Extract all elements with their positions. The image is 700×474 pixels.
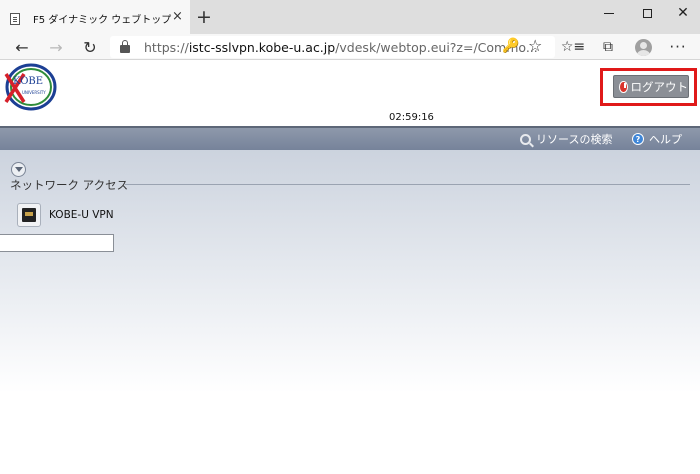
resource-text-field[interactable]	[0, 234, 114, 252]
profile-icon	[634, 38, 652, 56]
logo-subtext: UNIVERSITY	[22, 90, 46, 95]
more-icon[interactable]: ···	[666, 37, 690, 57]
window-close-button[interactable]: ✕	[664, 0, 700, 26]
maximize-icon	[642, 8, 652, 18]
maximize-button[interactable]	[628, 0, 666, 26]
resource-item-kobe-u-vpn[interactable]: KOBE-U VPN	[17, 202, 114, 228]
browser-navbar: ← → ↻ https://istc-sslvpn.kobe-u.ac.jp/v…	[0, 34, 700, 60]
help-label: ヘルプ	[649, 133, 682, 146]
refresh-icon[interactable]: ↻	[78, 36, 102, 58]
forward-icon[interactable]: →	[44, 36, 68, 58]
back-icon[interactable]: ←	[10, 36, 34, 58]
section-title: ネットワーク アクセス	[10, 178, 129, 192]
help-icon: ?	[632, 133, 644, 145]
url-text[interactable]: https://istc-sslvpn.kobe-u.ac.jp/vdesk/w…	[144, 40, 538, 55]
browser-tabstrip: F5 ダイナミック ウェブトップ × + ✕	[0, 0, 700, 34]
browser-tab[interactable]: F5 ダイナミック ウェブトップ ×	[0, 0, 190, 34]
star-icon[interactable]: ☆	[528, 36, 542, 55]
collapse-toggle-icon[interactable]	[11, 162, 26, 177]
help-link[interactable]: ? ヘルプ	[632, 131, 682, 147]
lock-icon[interactable]	[120, 40, 130, 54]
network-port-icon	[17, 203, 41, 227]
address-bar[interactable]: https://istc-sslvpn.kobe-u.ac.jp/vdesk/w…	[110, 36, 555, 58]
favorites-icon[interactable]: ☆≡	[561, 37, 585, 57]
collections-icon[interactable]: ⧉	[596, 37, 620, 57]
logout-label: ログアウト	[630, 79, 689, 94]
tab-close-icon[interactable]: ×	[172, 9, 183, 24]
search-icon	[520, 133, 531, 145]
webtop-toolbar: リソースの検索 ? ヘルプ	[0, 126, 700, 150]
url-prefix: https://	[144, 40, 189, 55]
logo-text: KOBE	[13, 76, 43, 87]
resource-search-label: リソースの検索	[536, 133, 613, 146]
profile-avatar[interactable]	[631, 37, 655, 57]
kobe-university-logo: KOBE UNIVERSITY	[4, 63, 57, 111]
page-icon	[10, 13, 20, 25]
section-divider	[125, 184, 690, 185]
session-timer: 02:59:16	[389, 112, 434, 123]
webtop-content: ネットワーク アクセス KOBE-U VPN	[0, 150, 700, 474]
resource-search-link[interactable]: リソースの検索	[520, 131, 612, 147]
url-host: istc-sslvpn.kobe-u.ac.jp	[188, 40, 336, 55]
resource-label: KOBE-U VPN	[49, 209, 114, 221]
key-icon[interactable]: 🔑	[502, 38, 519, 54]
new-tab-button[interactable]: +	[196, 6, 212, 28]
page-header: KOBE UNIVERSITY ログアウト 02:59:16	[0, 60, 700, 126]
minimize-button[interactable]	[590, 0, 628, 26]
power-icon	[619, 80, 628, 93]
tab-title: F5 ダイナミック ウェブトップ	[33, 15, 172, 26]
logout-button[interactable]: ログアウト	[613, 75, 689, 98]
minimize-icon	[604, 12, 614, 14]
close-icon: ✕	[677, 5, 689, 21]
